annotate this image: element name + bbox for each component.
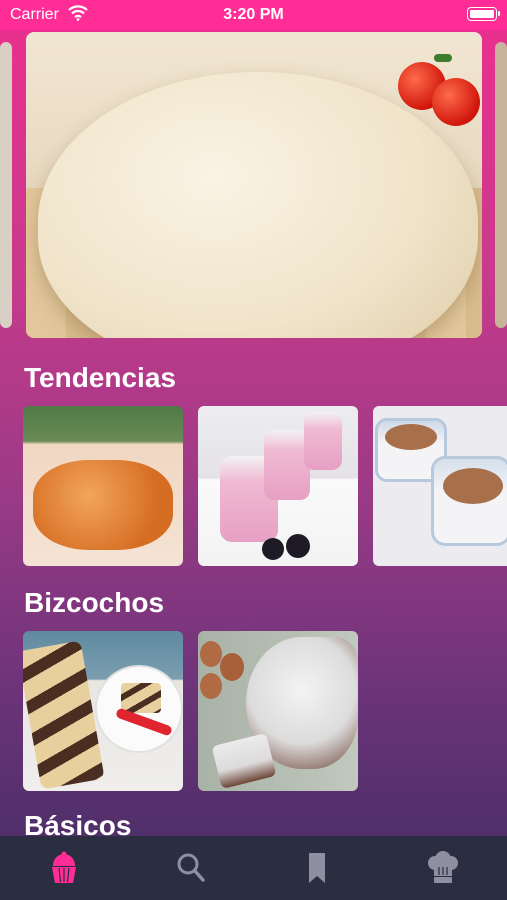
bread-dough-image xyxy=(38,72,478,338)
cake-slice xyxy=(211,732,277,790)
app-screen: Carrier 3:20 PM Tendencias Bizcochos Bás… xyxy=(0,0,507,900)
tab-saved[interactable] xyxy=(297,850,337,886)
battery-icon xyxy=(467,7,500,21)
leaf-decoration xyxy=(434,54,452,62)
status-bar: Carrier 3:20 PM xyxy=(0,0,507,30)
section-title-bizcochos: Bizcochos xyxy=(24,587,165,618)
bookmark-icon xyxy=(297,853,337,890)
recipe-card-marble-loaf-cake[interactable] xyxy=(23,631,183,791)
blackberry xyxy=(286,534,310,558)
recipe-card-fried-dough-balls[interactable] xyxy=(23,406,183,566)
cupcake-icon xyxy=(44,851,84,890)
tab-bar xyxy=(0,836,507,900)
carousel-next-peek[interactable] xyxy=(495,42,507,328)
featured-recipe-card[interactable] xyxy=(26,32,482,338)
carousel-previous-peek[interactable] xyxy=(0,42,12,328)
tab-home[interactable] xyxy=(44,850,84,886)
recipe-card-chocolate-sponge-cake[interactable] xyxy=(198,631,358,791)
egg xyxy=(200,641,222,667)
recipe-image xyxy=(23,640,105,790)
tomato-decoration xyxy=(432,78,480,126)
recipe-image xyxy=(33,460,173,550)
cookie xyxy=(443,468,503,504)
egg xyxy=(200,673,222,699)
tab-search[interactable] xyxy=(171,850,211,886)
cake-slice xyxy=(121,683,161,713)
yogurt-cup xyxy=(304,412,342,470)
chef-hat-icon xyxy=(423,851,463,890)
tab-chef[interactable] xyxy=(423,850,463,886)
section-title-tendencias: Tendencias xyxy=(24,362,176,393)
recipe-card-berry-yogurt-cups[interactable] xyxy=(198,406,358,566)
cookie xyxy=(385,424,437,450)
search-icon xyxy=(171,853,211,890)
egg xyxy=(220,653,244,681)
blackberry xyxy=(262,538,284,560)
recipe-card-cookie-custard-cups[interactable] xyxy=(373,406,507,566)
clock: 3:20 PM xyxy=(223,6,284,23)
